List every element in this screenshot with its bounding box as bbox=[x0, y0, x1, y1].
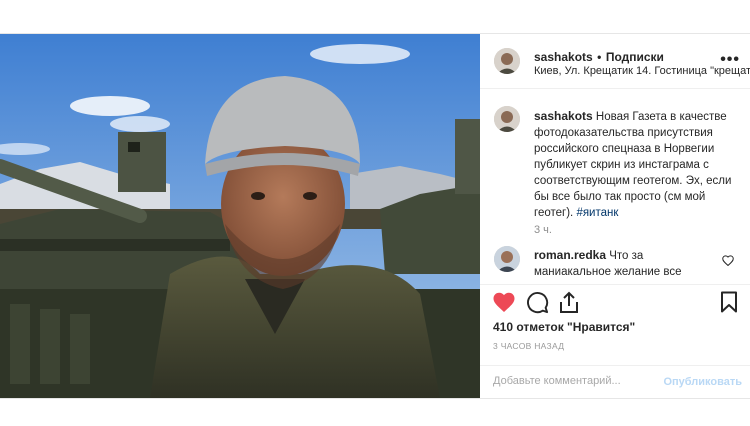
add-comment-row: Опубликовать bbox=[480, 365, 750, 400]
hashtag-link[interactable]: #яитанк bbox=[576, 207, 618, 219]
post-header: sashakots • Подписки Киев, Ул. Крещатик … bbox=[480, 34, 750, 89]
commenter-avatar-icon bbox=[494, 246, 520, 272]
commenter-avatar[interactable] bbox=[494, 246, 520, 272]
likes-count[interactable]: 410 отметок "Нравится" bbox=[493, 320, 635, 334]
comment-like-icon[interactable] bbox=[722, 253, 734, 271]
caption-time: 3 ч. bbox=[534, 224, 552, 236]
caption-avatar[interactable] bbox=[494, 106, 520, 132]
selfie-with-tank-photo bbox=[0, 34, 480, 398]
bookmark-icon[interactable] bbox=[720, 291, 738, 318]
separator-dot: • bbox=[597, 50, 602, 64]
post-photo[interactable] bbox=[0, 34, 480, 398]
user-avatar-icon bbox=[494, 48, 520, 74]
heart-filled-icon[interactable] bbox=[492, 291, 516, 318]
post-panel: sashakots • Подписки Киев, Ул. Крещатик … bbox=[480, 34, 750, 398]
comment: roman.redka Что за маниакальное желание … bbox=[534, 247, 714, 280]
action-bar: 410 отметок "Нравится" 3 ЧАСОВ НАЗАД Опу… bbox=[480, 284, 750, 399]
publish-button[interactable]: Опубликовать bbox=[663, 376, 742, 388]
comment-input[interactable] bbox=[493, 375, 658, 387]
caption-username[interactable]: sashakots bbox=[534, 109, 593, 123]
instagram-post: sashakots • Подписки Киев, Ул. Крещатик … bbox=[0, 33, 750, 399]
user-avatar-icon bbox=[494, 106, 520, 132]
more-options-icon[interactable]: ••• bbox=[720, 51, 740, 69]
location-link[interactable]: Киев, Ул. Крещатик 14. Гостиница "крещат… bbox=[534, 65, 750, 77]
comment-icon[interactable] bbox=[526, 291, 549, 319]
posted-timestamp: 3 ЧАСОВ НАЗАД bbox=[493, 341, 565, 351]
follow-status-button[interactable]: Подписки bbox=[606, 50, 664, 64]
header-title-row: sashakots • Подписки bbox=[534, 48, 664, 66]
comment-username[interactable]: roman.redka bbox=[534, 248, 606, 262]
caption-text: Новая Газета в качестве фотодоказательст… bbox=[534, 111, 732, 219]
username-link[interactable]: sashakots bbox=[534, 50, 593, 64]
avatar[interactable] bbox=[494, 48, 520, 74]
caption: sashakots Новая Газета в качестве фотодо… bbox=[534, 108, 742, 221]
share-icon[interactable] bbox=[558, 291, 580, 319]
